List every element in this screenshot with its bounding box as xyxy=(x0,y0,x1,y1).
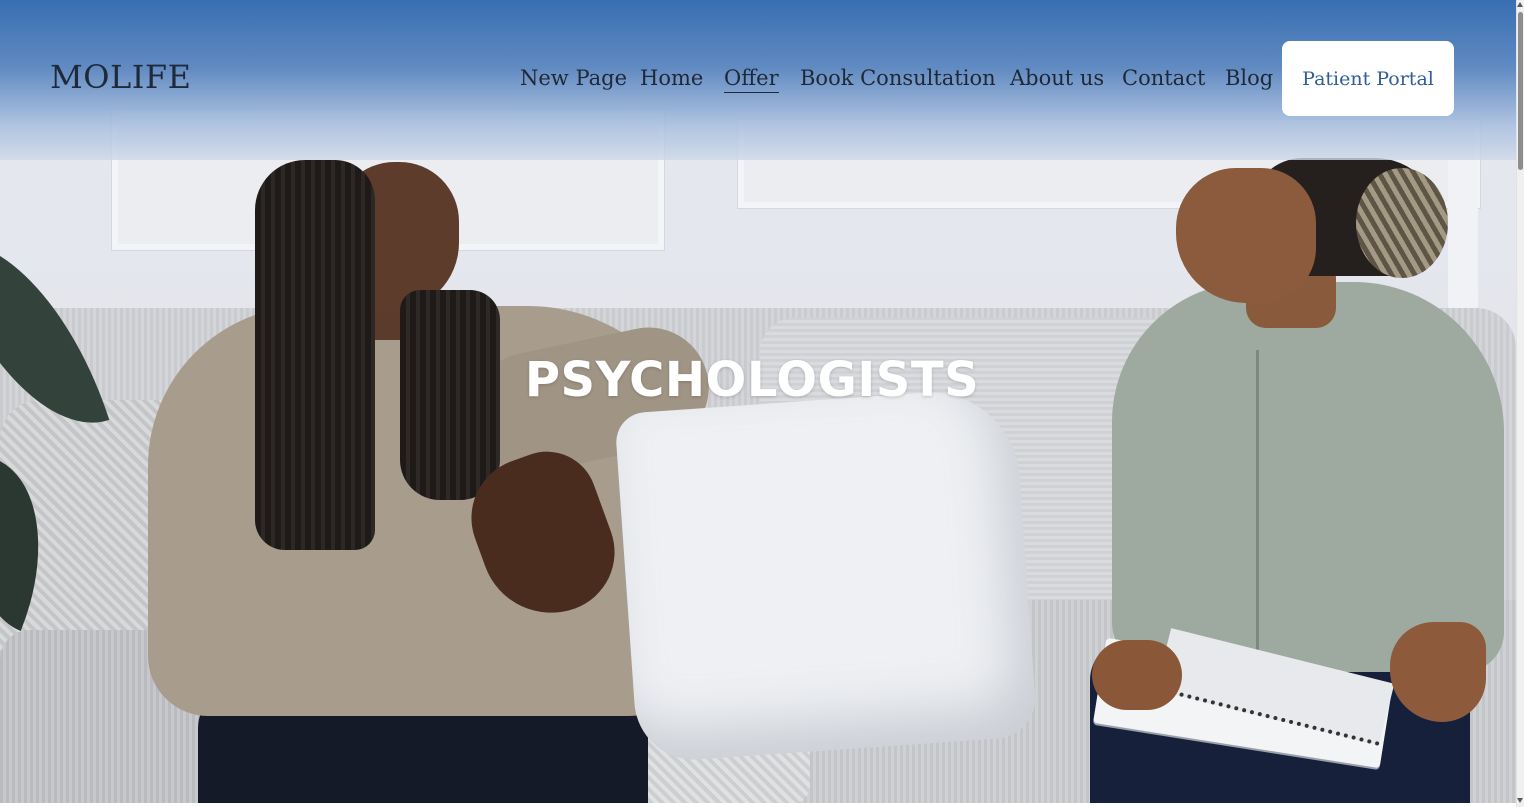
hero-title: PSYCHOLOGISTS xyxy=(524,352,980,408)
scroll-up-arrow-icon[interactable] xyxy=(1517,2,1523,7)
nav-link-home[interactable]: Home xyxy=(640,66,703,90)
site-header: MOLIFE New Page Home Offer Book Consulta… xyxy=(0,0,1516,160)
scroll-down-arrow-icon[interactable] xyxy=(1517,798,1523,803)
woman-head xyxy=(1176,168,1316,303)
nav-link-about-us[interactable]: About us xyxy=(1010,66,1104,90)
scrollbar-thumb[interactable] xyxy=(1518,12,1523,170)
nav-link-book-consultation[interactable]: Book Consultation xyxy=(800,66,996,90)
woman-hand xyxy=(1092,640,1182,710)
patient-portal-button[interactable]: Patient Portal xyxy=(1282,41,1454,116)
white-pillow xyxy=(614,386,1038,764)
nav-link-new-page[interactable]: New Page xyxy=(520,66,627,90)
woman-cardigan xyxy=(1112,282,1504,672)
nav-link-contact[interactable]: Contact xyxy=(1122,66,1205,90)
woman-hair-bun xyxy=(1356,168,1448,278)
page-edge xyxy=(0,803,1516,807)
nav-link-offer[interactable]: Offer xyxy=(724,66,779,93)
site-logo[interactable]: MOLIFE xyxy=(50,58,191,96)
nav-link-blog[interactable]: Blog xyxy=(1225,66,1273,90)
